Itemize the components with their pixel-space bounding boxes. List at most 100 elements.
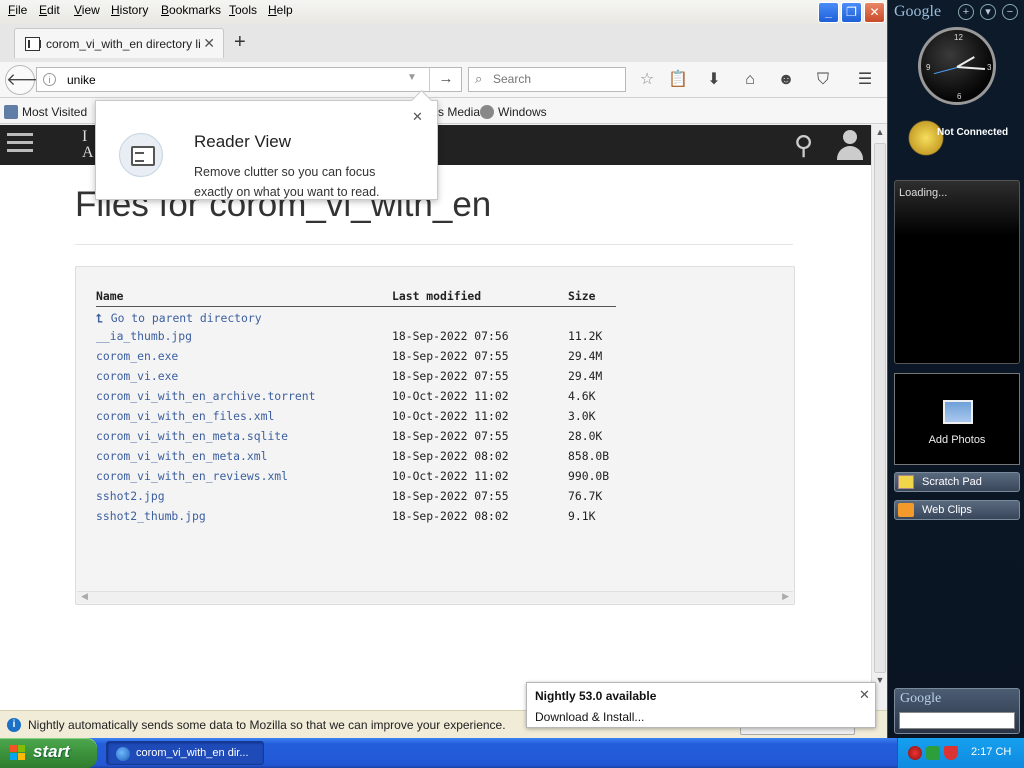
taskbar-item-firefox[interactable]: corom_vi_with_en dir... [106,741,264,765]
tab-active[interactable]: corom_vi_with_en directory li... ✕ [14,28,224,58]
file-link[interactable]: corom_vi_with_en_files.xml [96,409,274,423]
file-size: 11.2K [568,329,603,343]
menu-bookmarks[interactable]: Bookmarks [161,3,221,17]
url-input[interactable] [67,71,397,89]
add-gadget-icon[interactable]: + [958,4,974,20]
reader-view-description: Remove clutter so you can focus exactly … [194,165,380,199]
bookmark-star-icon[interactable]: ☆ [635,68,659,92]
navigation-toolbar: 🡐 i ▼ → ⌕ ☆ 📋 ⬇ ⌂ ☻ ⛉ ☰ [0,62,887,98]
menu-help[interactable]: Help [268,3,293,17]
file-link[interactable]: sshot2_thumb.jpg [96,509,206,523]
scroll-right-icon[interactable]: ▶ [782,591,789,602]
table-header-row: Name Last modified Size [96,286,616,307]
clock-second-hand [933,67,958,75]
download-install-link[interactable]: Download & Install... [535,710,644,724]
google-search-input[interactable] [899,712,1015,729]
download-icon[interactable]: ⬇ [702,68,726,92]
news-gadget[interactable]: Loading... [894,180,1020,364]
site-menu-icon[interactable] [7,133,33,155]
maximize-button[interactable]: ❐ [841,2,862,23]
bookmark-media[interactable]: s Media [438,105,480,119]
file-link[interactable]: corom_vi.exe [96,369,178,383]
file-link[interactable]: corom_vi_with_en_reviews.xml [96,469,288,483]
security-shield-icon[interactable] [944,746,958,760]
close-tab-icon[interactable]: ✕ [203,35,215,52]
scroll-up-icon[interactable]: ▲ [874,127,886,141]
tray-clock[interactable]: 2:17 CH [971,746,1011,758]
close-window-button[interactable]: ✕ [864,2,885,23]
search-bar[interactable]: ⌕ [468,67,626,92]
web-clips-gadget[interactable]: Web Clips [894,500,1020,520]
divider [75,244,793,245]
search-input[interactable] [493,72,618,86]
rss-feed-icon [898,503,914,517]
bookmark-label: Most Visited [22,105,88,119]
parent-directory-row: ⮤ Go to parent directory [96,306,616,326]
file-modified: 10-Oct-2022 11:02 [392,469,509,483]
file-modified: 10-Oct-2022 11:02 [392,409,509,423]
go-arrow-button[interactable]: → [429,68,462,91]
file-link[interactable]: corom_en.exe [96,349,178,363]
vertical-scrollbar[interactable]: ▲ ▼ [871,125,887,710]
column-header-modified: Last modified [392,286,568,307]
clock-number: 6 [957,92,962,101]
loading-text: Loading... [899,187,948,199]
add-photos-label: Add Photos [928,434,986,446]
file-modified: 18-Sep-2022 08:02 [392,449,509,463]
reader-view-popup: Reader View Remove clutter so you can fo… [95,100,438,200]
file-size: 29.4M [568,349,603,363]
table-row: corom_vi_with_en_meta.xml 18-Sep-2022 08:… [96,446,616,466]
info-icon[interactable]: i [43,73,56,86]
tray-app-icon[interactable] [908,746,922,760]
table-row: sshot2.jpg 18-Sep-2022 07:55 76.7K [96,486,616,506]
file-link[interactable]: corom_vi_with_en_meta.sqlite [96,429,288,443]
menu-view[interactable]: View [74,3,100,17]
home-icon[interactable]: ⌂ [738,68,762,92]
file-size: 858.0B [568,449,610,463]
minimize-button[interactable]: _ [818,2,839,23]
tray-network-icon[interactable] [926,746,940,760]
table-row: corom_vi_with_en_files.xml 10-Oct-2022 11… [96,406,616,426]
menu-file[interactable]: File [8,3,27,17]
sidebar-menu-icon[interactable]: ▾ [980,4,996,20]
file-link[interactable]: sshot2.jpg [96,489,165,503]
menu-edit[interactable]: Edit [39,3,60,17]
google-logo[interactable]: Google [894,3,941,21]
menu-history[interactable]: History [111,3,148,17]
column-header-size: Size [568,286,616,307]
bookmark-windows[interactable]: Windows [480,105,547,119]
file-size: 3.0K [568,409,596,423]
file-link[interactable]: __ia_thumb.jpg [96,329,192,343]
start-button[interactable]: start [0,738,97,768]
sidebar-minimize-icon[interactable]: − [1002,4,1018,20]
site-search-icon[interactable]: ⚲ [794,130,813,161]
parent-directory-link[interactable]: Go to parent directory [111,311,262,325]
user-account-icon[interactable] [836,130,864,160]
hamburger-menu-icon[interactable]: ☰ [853,68,877,92]
reader-view-title: Reader View [194,132,292,151]
back-button[interactable]: 🡐 [5,65,52,95]
table-row: corom_vi_with_en_meta.sqlite 18-Sep-2022 … [96,426,616,446]
close-icon[interactable]: ✕ [412,109,423,125]
scratch-pad-gadget[interactable]: Scratch Pad [894,472,1020,492]
table-row: sshot2_thumb.jpg 18-Sep-2022 08:02 9.1K [96,506,616,526]
pocket-icon[interactable]: ⛉ [811,68,835,92]
file-link[interactable]: corom_vi_with_en_meta.xml [96,449,267,463]
horizontal-scrollbar[interactable]: ◀ ▶ [77,591,793,603]
library-clipboard-icon[interactable]: 📋 [666,68,690,92]
smiley-feedback-icon[interactable]: ☻ [774,68,798,92]
url-bar[interactable]: i ▼ → [36,67,462,92]
scroll-left-icon[interactable]: ◀ [81,591,88,602]
photos-gadget[interactable]: Add Photos [894,373,1020,465]
close-icon[interactable]: ✕ [859,687,870,703]
file-link[interactable]: corom_vi_with_en_archive.torrent [96,389,315,403]
info-icon: i [7,718,21,732]
menu-tools[interactable]: Tools [229,3,257,17]
dropdown-arrow-icon[interactable]: ▼ [407,72,417,83]
clock-number: 9 [926,63,931,72]
bookmark-most-visited[interactable]: Most Visited [4,105,87,119]
new-tab-button[interactable]: + [234,32,246,52]
google-search-gadget: Google [894,688,1020,734]
scrollbar-thumb[interactable] [874,143,886,673]
tab-strip: corom_vi_with_en directory li... ✕ + [0,24,887,62]
